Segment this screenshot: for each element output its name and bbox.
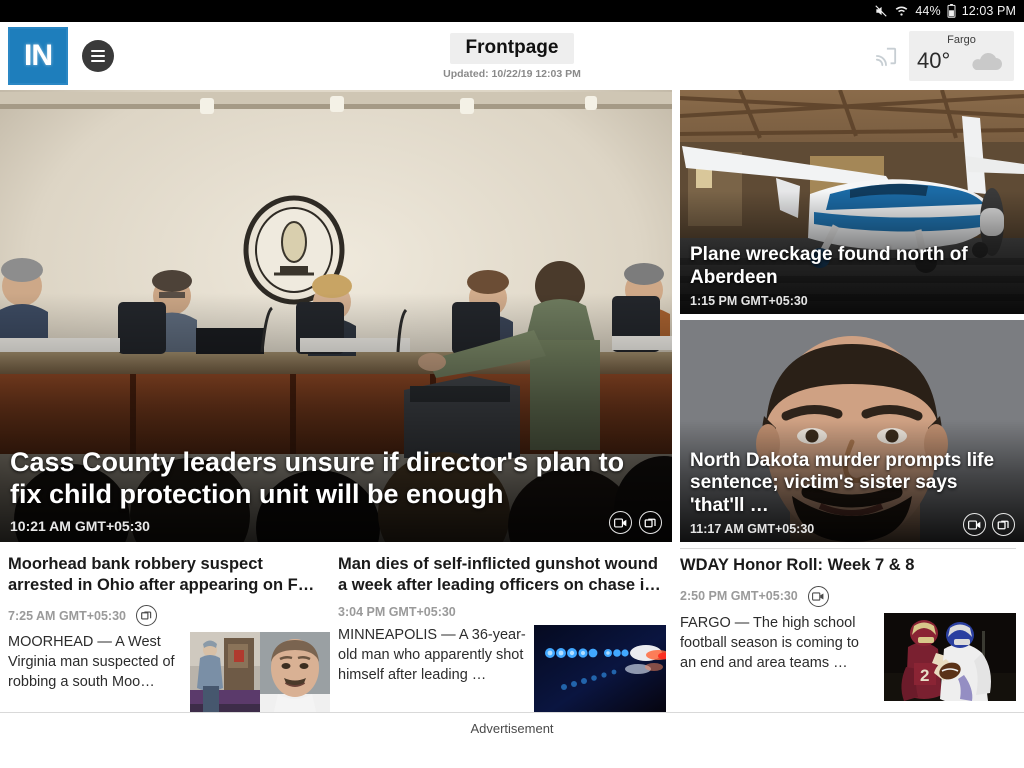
app-logo[interactable]: IN (8, 27, 68, 85)
hero-story-card[interactable]: Cass County leaders unsure if director's… (0, 90, 672, 542)
gallery-icon[interactable] (639, 511, 662, 534)
hamburger-menu-icon[interactable] (82, 40, 114, 72)
story-summary: MINNEAPOLIS — A 36-year-old man who appa… (338, 627, 526, 684)
gallery-icon[interactable] (992, 513, 1015, 536)
story-card-wday-honor-roll[interactable]: WDAY Honor Roll: Week 7 & 8 2:50 PM GMT+… (680, 548, 1016, 710)
story-headline[interactable]: Moorhead bank robbery suspect arrested i… (8, 554, 330, 595)
story-card-moorhead[interactable]: Moorhead bank robbery suspect arrested i… (8, 548, 330, 721)
weather-city: Fargo (947, 34, 976, 46)
story-meta: 2:50 PM GMT+05:30 (680, 585, 1016, 607)
weather-widget[interactable]: Fargo 40° (909, 31, 1014, 81)
mute-icon (874, 4, 888, 18)
story-meta: 3:04 PM GMT+05:30 (338, 605, 666, 619)
story-thumbnails: 2 (884, 612, 1016, 701)
story-body: FARGO — The high school football season … (680, 612, 1016, 701)
bottom-story-row: Moorhead bank robbery suspect arrested i… (0, 548, 1024, 721)
battery-percentage: 44% (915, 4, 941, 18)
cast-icon[interactable] (873, 45, 899, 67)
page-title[interactable]: Frontpage (449, 32, 575, 64)
android-status-bar: 44% 12:03 PM (0, 0, 1024, 22)
hero-headline[interactable]: Cass County leaders unsure if director's… (10, 447, 662, 511)
mugshot-photo-thumbnail[interactable] (260, 632, 330, 721)
side-card-1-headline[interactable]: Plane wreckage found north of Aberdeen (690, 244, 1014, 290)
side-card-1-timestamp: 1:15 PM GMT+05:30 (690, 294, 808, 308)
gallery-icon[interactable] (135, 605, 157, 627)
app-logo-text: IN (24, 39, 53, 72)
status-clock: 12:03 PM (961, 4, 1016, 18)
side-story-card-1[interactable]: Plane wreckage found north of Aberdeen 1… (680, 90, 1024, 314)
story-timestamp: 7:25 AM GMT+05:30 (8, 608, 126, 623)
video-icon[interactable] (609, 511, 632, 534)
wifi-icon (894, 4, 909, 18)
story-headline[interactable]: WDAY Honor Roll: Week 7 & 8 (680, 555, 1016, 576)
weather-temperature: 40° (917, 48, 951, 73)
hero-badges (609, 511, 662, 534)
side-card-2-badges (963, 513, 1015, 536)
header-right-group: Fargo 40° (873, 31, 1014, 81)
cloud-icon (966, 50, 1006, 74)
football-players-photo-thumbnail[interactable]: 2 (884, 612, 1016, 701)
story-body: MOORHEAD — A West Virginia man suspected… (8, 632, 330, 721)
story-headline[interactable]: Man dies of self-inflicted gunshot wound… (338, 554, 666, 595)
content-area: Cass County leaders unsure if director's… (0, 90, 1024, 768)
app-root: 44% 12:03 PM IN Fargo 40° Frontpage Upda… (0, 0, 1024, 768)
story-summary: MOORHEAD — A West Virginia man suspected… (8, 634, 175, 691)
side-story-card-2[interactable]: North Dakota murder prompts life sentenc… (680, 320, 1024, 542)
story-summary: FARGO — The high school football season … (680, 614, 859, 671)
story-timestamp: 2:50 PM GMT+05:30 (680, 589, 798, 604)
video-icon[interactable] (963, 513, 986, 536)
svg-text:2: 2 (920, 666, 929, 685)
surveillance-photo-thumbnail[interactable] (190, 632, 260, 721)
side-card-1-text: Plane wreckage found north of Aberdeen 1… (680, 244, 1024, 314)
video-icon[interactable] (807, 585, 829, 607)
story-thumbnails (534, 625, 666, 714)
hero-timestamp: 10:21 AM GMT+05:30 (10, 518, 150, 534)
battery-icon (947, 4, 956, 18)
story-card-minneapolis[interactable]: Man dies of self-inflicted gunshot wound… (338, 548, 666, 714)
story-timestamp: 3:04 PM GMT+05:30 (338, 605, 456, 620)
hero-text-block: Cass County leaders unsure if director's… (0, 447, 672, 542)
story-body: MINNEAPOLIS — A 36-year-old man who appa… (338, 625, 666, 714)
advertisement-bar: Advertisement (0, 712, 1024, 768)
police-lights-photo-thumbnail[interactable] (534, 625, 666, 714)
advertisement-label: Advertisement (470, 721, 554, 736)
side-card-2-headline[interactable]: North Dakota murder prompts life sentenc… (690, 450, 1014, 518)
story-meta: 7:25 AM GMT+05:30 (8, 605, 330, 627)
story-thumbnails (190, 632, 330, 721)
